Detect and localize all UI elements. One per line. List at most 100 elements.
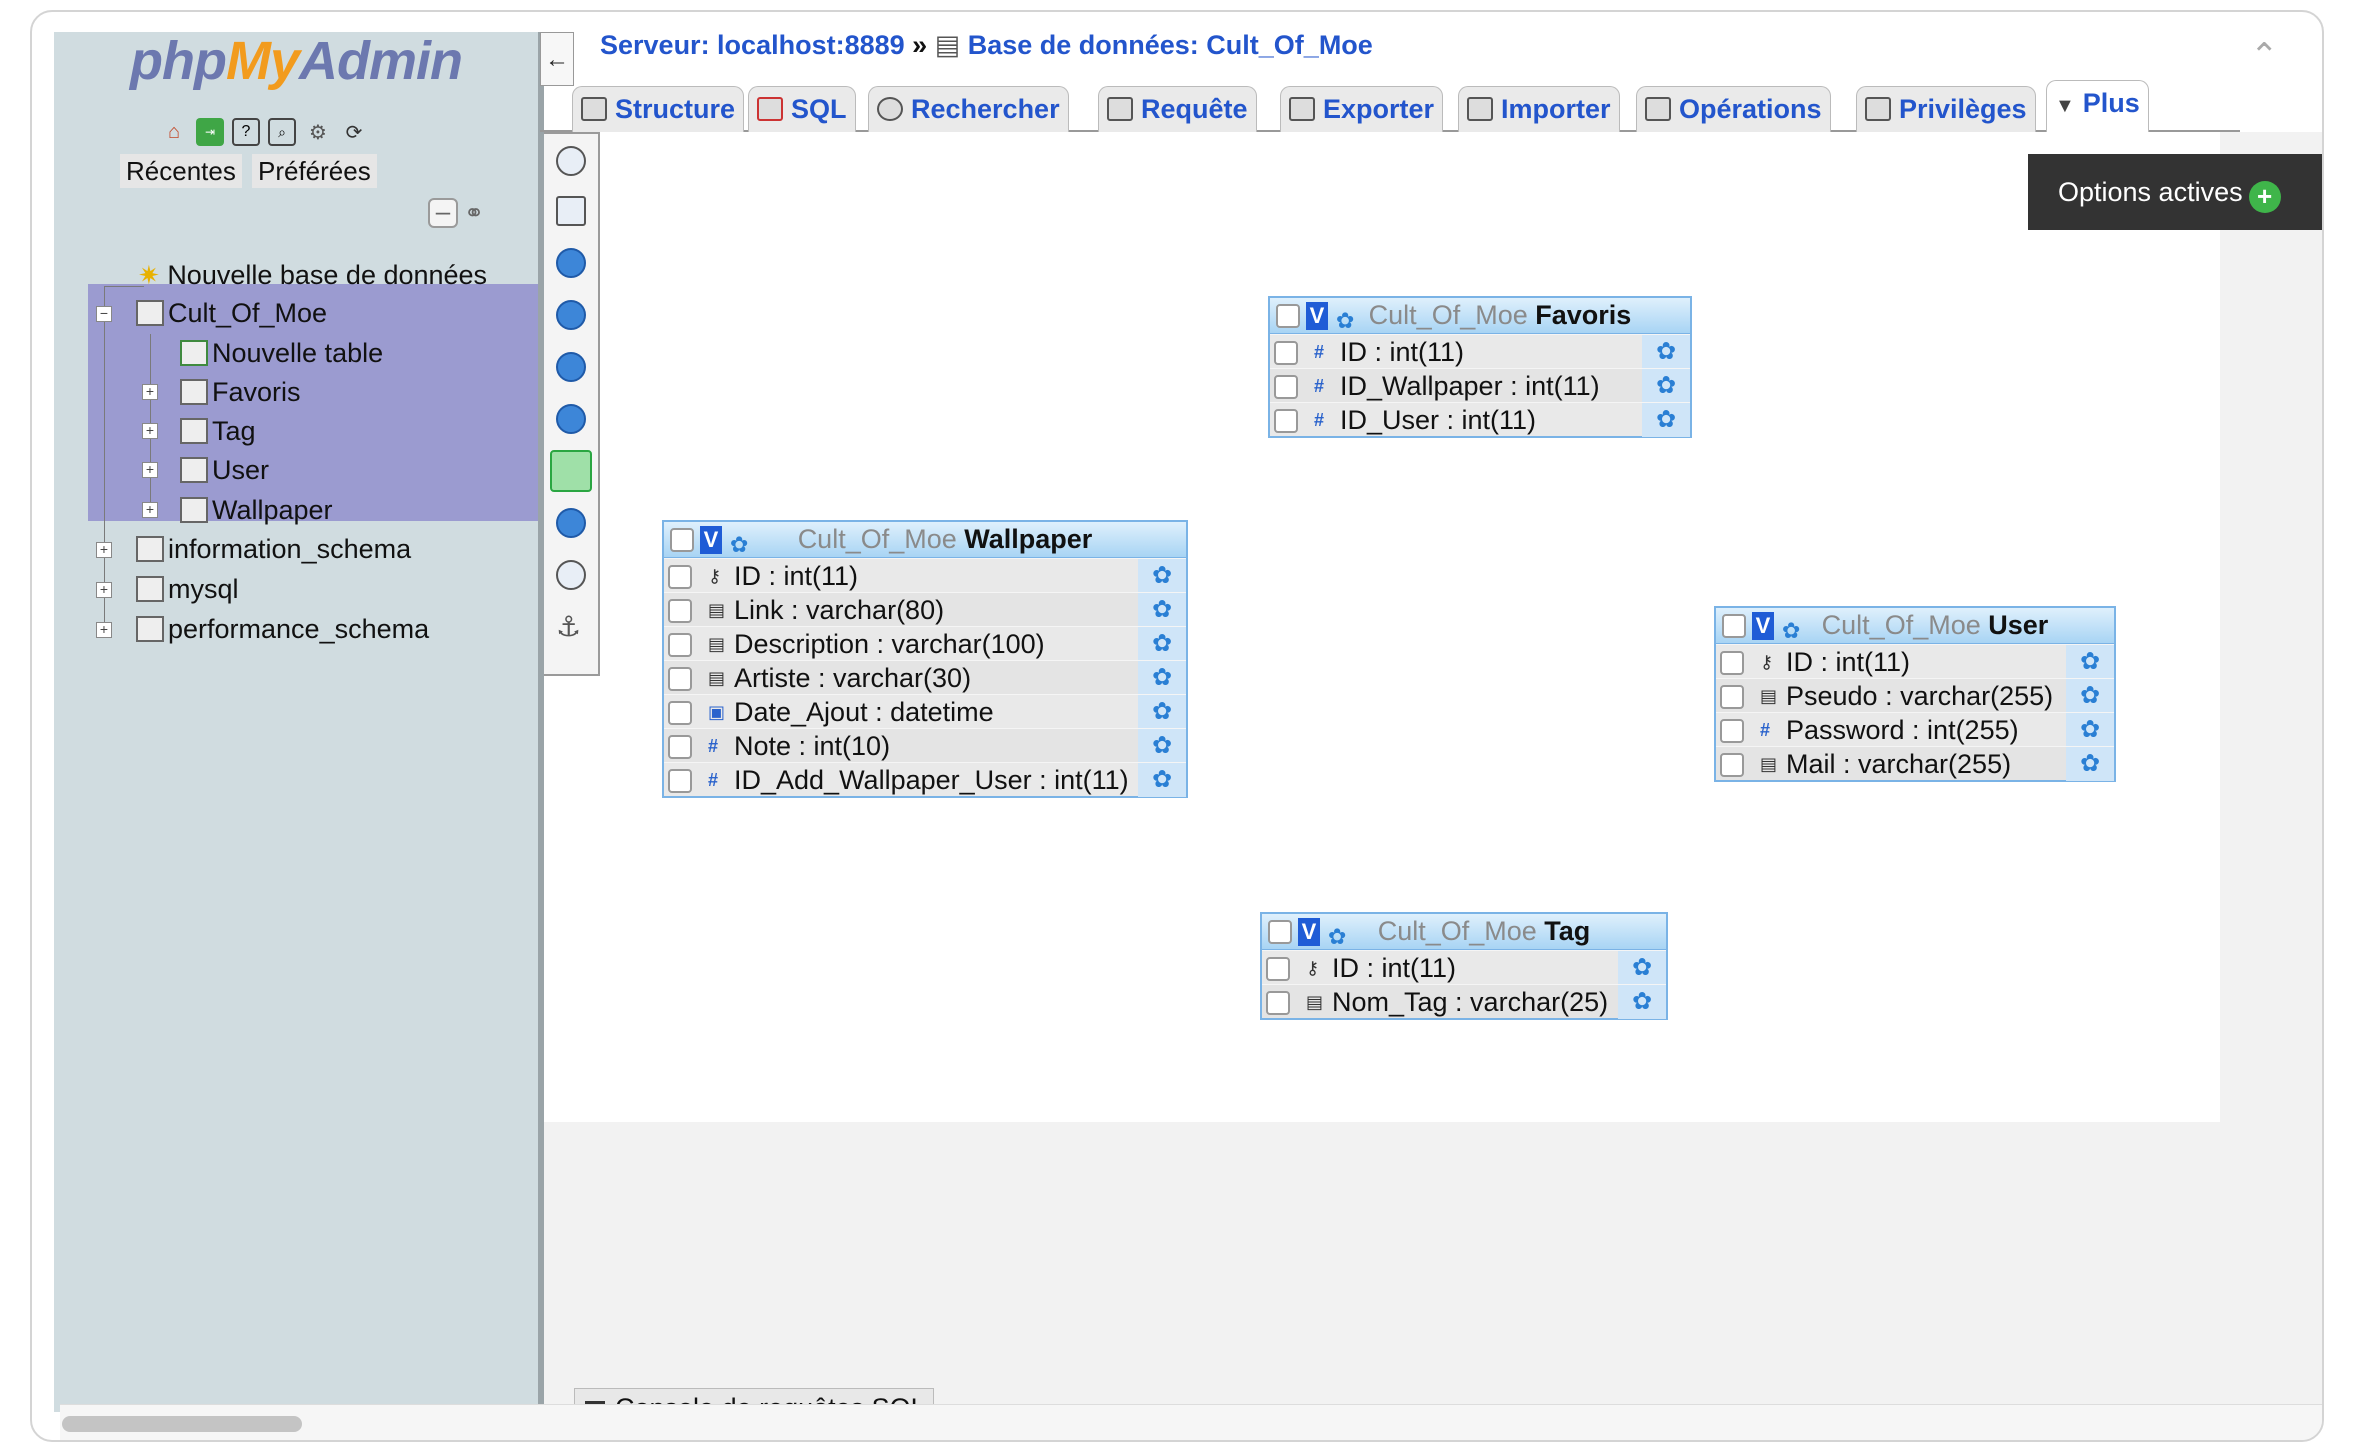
column-checkbox[interactable]: [1720, 719, 1744, 743]
tree-item-mysql[interactable]: mysql: [136, 570, 239, 608]
gear-icon[interactable]: ✿: [1138, 559, 1186, 593]
fullscreen-icon[interactable]: [556, 196, 586, 226]
expand-toggle-icon[interactable]: +: [142, 423, 158, 439]
column-checkbox[interactable]: [668, 769, 692, 793]
tree-item-information-schema[interactable]: information_schema: [136, 530, 411, 568]
tree-item-new-database[interactable]: ✷ Nouvelle base de données: [138, 256, 487, 294]
gear-icon[interactable]: ✿: [1618, 985, 1666, 1019]
table-column-row[interactable]: ▣ Date_Ajout : datetime ✿: [664, 694, 1186, 729]
tree-item-wallpaper[interactable]: Wallpaper: [180, 491, 333, 529]
table-column-row[interactable]: ▤ Artiste : varchar(30) ✿: [664, 660, 1186, 695]
tab-import[interactable]: Importer: [1458, 86, 1620, 132]
designer-table-tag[interactable]: V ✿ Cult_Of_Moe Tag ⚷ ID : int(11) ✿ ▤ Nom_…: [1260, 912, 1668, 1020]
tree-item-favoris[interactable]: Favoris: [180, 373, 301, 411]
tab-export[interactable]: Exporter: [1280, 86, 1444, 132]
exit-icon[interactable]: ⇥: [196, 118, 224, 146]
gear-icon[interactable]: ✿: [1138, 695, 1186, 729]
relation-lines-icon[interactable]: [550, 450, 592, 492]
tab-privileges[interactable]: Privilèges: [1856, 86, 2036, 132]
column-checkbox[interactable]: [668, 735, 692, 759]
gear-icon[interactable]: ✿: [1642, 369, 1690, 403]
collapse-all-icon[interactable]: –: [428, 198, 458, 228]
scrollbar-thumb[interactable]: [62, 1416, 302, 1432]
gear-icon[interactable]: ✿: [1138, 627, 1186, 661]
column-checkbox[interactable]: [1720, 753, 1744, 777]
recent-tables-button[interactable]: Récentes: [120, 154, 242, 188]
gear-icon[interactable]: ✿: [1618, 951, 1666, 985]
grid-icon[interactable]: [556, 300, 586, 330]
table-column-row[interactable]: # ID_Add_Wallpaper_User : int(11) ✿: [664, 762, 1186, 797]
home-icon[interactable]: ⌂: [160, 118, 188, 146]
tree-item-performance-schema[interactable]: performance_schema: [136, 610, 429, 648]
anchor-icon[interactable]: ⚓: [556, 610, 586, 642]
tab-query[interactable]: Requête: [1098, 86, 1257, 132]
column-checkbox[interactable]: [1720, 651, 1744, 675]
expand-toggle-icon[interactable]: +: [142, 462, 158, 478]
build-query-icon[interactable]: [556, 560, 586, 590]
column-checkbox[interactable]: [1720, 685, 1744, 709]
table-header[interactable]: V ✿ Cult_Of_Moe Wallpaper: [664, 522, 1186, 558]
active-options-button[interactable]: Options actives +: [2028, 154, 2322, 230]
tree-item-user[interactable]: User: [180, 451, 269, 489]
breadcrumb-database[interactable]: Base de données: Cult_Of_Moe: [968, 30, 1373, 60]
tree-item-new-table[interactable]: Nouvelle table: [180, 334, 383, 372]
gear-icon[interactable]: ✿: [2066, 679, 2114, 713]
column-checkbox[interactable]: [668, 599, 692, 623]
table-header[interactable]: V ✿ Cult_Of_Moe User: [1716, 608, 2114, 644]
tab-search[interactable]: Rechercher: [868, 86, 1069, 132]
table-column-row[interactable]: ▤ Description : varchar(100) ✿: [664, 626, 1186, 661]
scroll-to-top-icon[interactable]: ⌃: [2250, 36, 2279, 76]
tab-operations[interactable]: Opérations: [1636, 86, 1831, 132]
column-checkbox[interactable]: [1274, 409, 1298, 433]
sql-docs-icon[interactable]: ⌕: [268, 118, 296, 146]
horizontal-scrollbar[interactable]: [60, 1404, 2322, 1440]
gear-icon[interactable]: ✿: [2066, 645, 2114, 679]
collapse-toggle-icon[interactable]: −: [96, 306, 112, 322]
reload-icon[interactable]: ⟳: [340, 118, 368, 146]
gear-icon[interactable]: ✿: [1138, 763, 1186, 797]
table-column-row[interactable]: # ID : int(11) ✿: [1270, 334, 1690, 369]
table-column-row[interactable]: ▤ Nom_Tag : varchar(25) ✿: [1262, 984, 1666, 1019]
table-column-row[interactable]: ▤ Mail : varchar(255) ✿: [1716, 746, 2114, 781]
table-column-row[interactable]: # Password : int(255) ✿: [1716, 712, 2114, 747]
gear-icon[interactable]: ✿: [1138, 661, 1186, 695]
show-all-icon[interactable]: [556, 146, 586, 176]
table-column-row[interactable]: # ID_Wallpaper : int(11) ✿: [1270, 368, 1690, 403]
table-column-row[interactable]: # ID_User : int(11) ✿: [1270, 402, 1690, 437]
column-checkbox[interactable]: [1266, 957, 1290, 981]
table-column-row[interactable]: ▤ Pseudo : varchar(255) ✿: [1716, 678, 2114, 713]
column-checkbox[interactable]: [1274, 375, 1298, 399]
column-checkbox[interactable]: [1266, 991, 1290, 1015]
expand-toggle-icon[interactable]: +: [142, 502, 158, 518]
small-big-icon[interactable]: [556, 352, 586, 382]
gear-icon[interactable]: ✿: [1642, 403, 1690, 437]
column-checkbox[interactable]: [668, 667, 692, 691]
designer-table-wallpaper[interactable]: V ✿ Cult_Of_Moe Wallpaper ⚷ ID : int(11) ✿…: [662, 520, 1188, 798]
expand-toggle-icon[interactable]: +: [96, 582, 112, 598]
toggle-small-big-icon[interactable]: [556, 404, 586, 434]
gear-icon[interactable]: ✿: [2066, 713, 2114, 747]
tab-structure[interactable]: Structure: [572, 86, 745, 132]
column-checkbox[interactable]: [668, 565, 692, 589]
table-column-row[interactable]: ▤ Link : varchar(80) ✿: [664, 592, 1186, 627]
tree-item-cult-of-moe[interactable]: Cult_Of_Moe: [136, 294, 327, 332]
designer-table-favoris[interactable]: V ✿ Cult_Of_Moe Favoris # ID : int(11) ✿ #…: [1268, 296, 1692, 438]
table-column-row[interactable]: ⚷ ID : int(11) ✿: [1262, 950, 1666, 985]
gear-icon[interactable]: ✿: [1138, 729, 1186, 763]
export-schema-icon[interactable]: [556, 508, 586, 538]
gear-icon[interactable]: ✿: [1138, 593, 1186, 627]
gear-icon[interactable]: ✿: [1642, 335, 1690, 369]
gear-icon[interactable]: ✿: [2066, 747, 2114, 781]
column-checkbox[interactable]: [668, 633, 692, 657]
column-checkbox[interactable]: [668, 701, 692, 725]
breadcrumb-server[interactable]: Serveur: localhost:8889: [600, 30, 905, 60]
tab-more[interactable]: ▼ Plus: [2046, 80, 2149, 134]
table-header[interactable]: V ✿ Cult_Of_Moe Tag: [1262, 914, 1666, 950]
phpmyadmin-logo[interactable]: phpMyAdmin: [130, 30, 463, 92]
table-column-row[interactable]: ⚷ ID : int(11) ✿: [1716, 644, 2114, 679]
expand-toggle-icon[interactable]: +: [96, 622, 112, 638]
expand-toggle-icon[interactable]: +: [96, 542, 112, 558]
tab-sql[interactable]: SQL: [748, 86, 856, 132]
table-header[interactable]: V ✿ Cult_Of_Moe Favoris: [1270, 298, 1690, 334]
table-column-row[interactable]: ⚷ ID : int(11) ✿: [664, 558, 1186, 593]
